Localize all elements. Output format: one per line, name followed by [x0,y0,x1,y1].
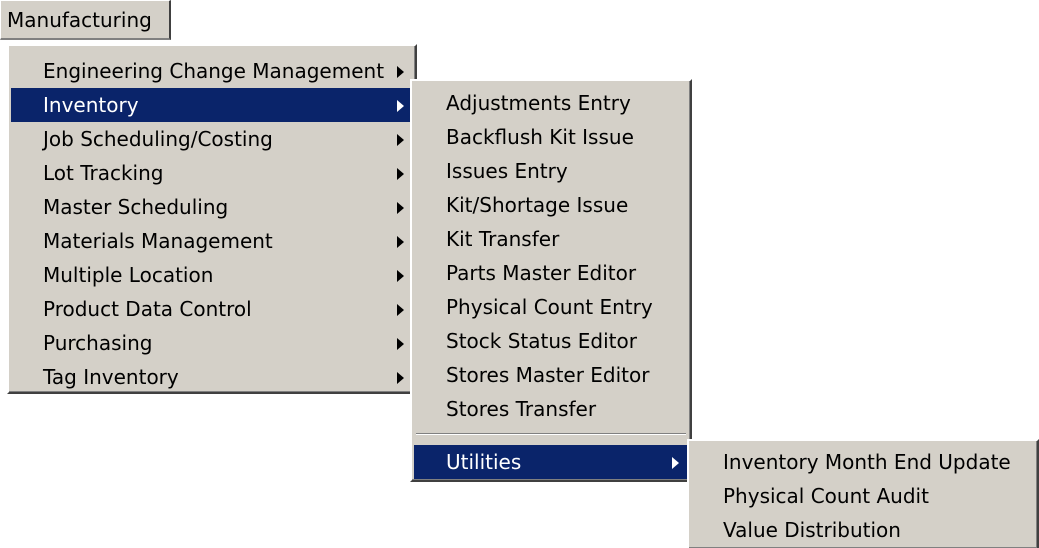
submenu-arrow-icon [397,134,404,146]
menu-item-utilities[interactable]: Utilities [414,445,688,479]
menu-item-label: Utilities [446,450,522,474]
menu-item-label: Physical Count Audit [723,484,929,508]
menu-item-label: Parts Master Editor [446,261,637,285]
submenu-arrow-icon [397,202,404,214]
menubar-manufacturing[interactable]: Manufacturing [0,0,171,40]
menu-item-label: Stores Master Editor [446,363,650,387]
menu-item-multiple-location[interactable]: Multiple Location [11,258,413,292]
submenu-arrow-icon [672,457,679,469]
menu-item-tag-inventory[interactable]: Tag Inventory [11,360,413,394]
submenu-arrow-icon [397,304,404,316]
submenu-arrow-icon [397,338,404,350]
inventory-submenu: Adjustments Entry Backflush Kit Issue Is… [410,79,692,482]
menu-item-label: Purchasing [43,331,153,355]
menu-item-kit-shortage-issue[interactable]: Kit/Shortage Issue [414,188,688,222]
menu-item-parts-master-editor[interactable]: Parts Master Editor [414,256,688,290]
menu-item-label: Backflush Kit Issue [446,125,634,149]
menu-item-label: Stock Status Editor [446,329,637,353]
menu-item-master-scheduling[interactable]: Master Scheduling [11,190,413,224]
menu-item-purchasing[interactable]: Purchasing [11,326,413,360]
menu-item-label: Issues Entry [446,159,568,183]
menu-item-label: Inventory Month End Update [723,450,1011,474]
menu-item-label: Kit Transfer [446,227,560,251]
submenu-arrow-icon [397,66,404,78]
menu-item-label: Physical Count Entry [446,295,653,319]
menu-item-label: Product Data Control [43,297,252,321]
menu-item-label: Engineering Change Management [43,59,385,83]
menu-item-label: Job Scheduling/Costing [43,127,273,151]
menu-item-label: Materials Management [43,229,273,253]
menu-item-label: Master Scheduling [43,195,229,219]
menu-item-inventory-month-end-update[interactable]: Inventory Month End Update [691,445,1037,479]
menu-item-engineering-change-management[interactable]: Engineering Change Management [11,54,413,88]
menu-item-physical-count-entry[interactable]: Physical Count Entry [414,290,688,324]
submenu-arrow-icon [397,270,404,282]
submenu-arrow-icon [397,168,404,180]
menu-item-label: Value Distribution [723,518,901,542]
menu-item-label: Multiple Location [43,263,214,287]
menu-item-label: Lot Tracking [43,161,164,185]
utilities-submenu: Inventory Month End Update Physical Coun… [687,439,1039,548]
menu-item-adjustments-entry[interactable]: Adjustments Entry [414,86,688,120]
menu-item-label: Inventory [43,93,139,117]
menu-item-kit-transfer[interactable]: Kit Transfer [414,222,688,256]
submenu-arrow-icon [397,236,404,248]
menu-item-physical-count-audit[interactable]: Physical Count Audit [691,479,1037,513]
menu-item-issues-entry[interactable]: Issues Entry [414,154,688,188]
menu-item-product-data-control[interactable]: Product Data Control [11,292,413,326]
menu-item-materials-management[interactable]: Materials Management [11,224,413,258]
menu-item-label: Tag Inventory [43,365,179,389]
menu-item-inventory[interactable]: Inventory [11,88,413,122]
menu-item-value-distribution[interactable]: Value Distribution [691,513,1037,547]
menu-item-job-scheduling-costing[interactable]: Job Scheduling/Costing [11,122,413,156]
menu-item-stores-master-editor[interactable]: Stores Master Editor [414,358,688,392]
menu-item-label: Kit/Shortage Issue [446,193,629,217]
menubar-manufacturing-label: Manufacturing [7,8,152,32]
menu-item-lot-tracking[interactable]: Lot Tracking [11,156,413,190]
menu-item-label: Stores Transfer [446,397,597,421]
menu-item-label: Adjustments Entry [446,91,631,115]
submenu-arrow-icon [397,100,404,112]
menu-item-stores-transfer[interactable]: Stores Transfer [414,392,688,426]
menu-item-stock-status-editor[interactable]: Stock Status Editor [414,324,688,358]
manufacturing-menu: Engineering Change Management Inventory … [7,44,417,394]
menu-separator [416,433,686,435]
submenu-arrow-icon [397,372,404,384]
menu-item-backflush-kit-issue[interactable]: Backflush Kit Issue [414,120,688,154]
